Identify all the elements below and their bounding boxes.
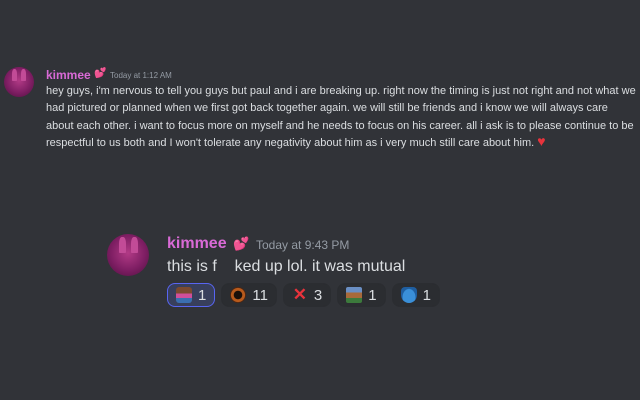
reaction-house[interactable]: 1 bbox=[337, 283, 386, 307]
reactions-bar: 1 11 ✕ 3 1 1 bbox=[167, 283, 440, 307]
avatar[interactable] bbox=[4, 67, 34, 97]
ring-emoji-icon bbox=[230, 287, 247, 303]
pink-hearts-icon: 💕 bbox=[233, 236, 250, 251]
house-emoji-icon bbox=[346, 287, 363, 303]
reaction-count: 1 bbox=[368, 286, 377, 304]
reaction-cross[interactable]: ✕ 3 bbox=[282, 283, 332, 307]
message-text: hey guys, i'm nervous to tell you guys b… bbox=[46, 83, 636, 153]
timestamp: Today at 1:12 AM bbox=[110, 71, 172, 80]
timestamp: Today at 9:43 PM bbox=[256, 238, 350, 252]
reaction-cat[interactable]: 1 bbox=[167, 283, 216, 307]
reaction-count: 3 bbox=[313, 286, 323, 304]
reaction-pot[interactable]: 1 bbox=[391, 283, 440, 307]
cross-mark-icon: ✕ bbox=[292, 285, 308, 304]
message-body: hey guys, i'm nervous to tell you guys b… bbox=[46, 85, 636, 150]
reaction-ring[interactable]: 11 bbox=[221, 283, 277, 307]
blue-pot-emoji-icon bbox=[400, 287, 417, 303]
reaction-count: 11 bbox=[252, 286, 268, 304]
pink-hearts-icon: 💕 bbox=[94, 68, 107, 79]
message-text: this is f ked up lol. it was mutual bbox=[167, 258, 406, 275]
username[interactable]: kimmee bbox=[167, 235, 227, 253]
avatar[interactable] bbox=[107, 234, 149, 276]
cat-emoji-icon bbox=[176, 287, 192, 303]
username[interactable]: kimmee bbox=[46, 68, 91, 82]
reaction-count: 1 bbox=[198, 286, 207, 304]
reaction-count: 1 bbox=[422, 286, 431, 304]
red-heart-icon: ♥ bbox=[537, 133, 546, 150]
